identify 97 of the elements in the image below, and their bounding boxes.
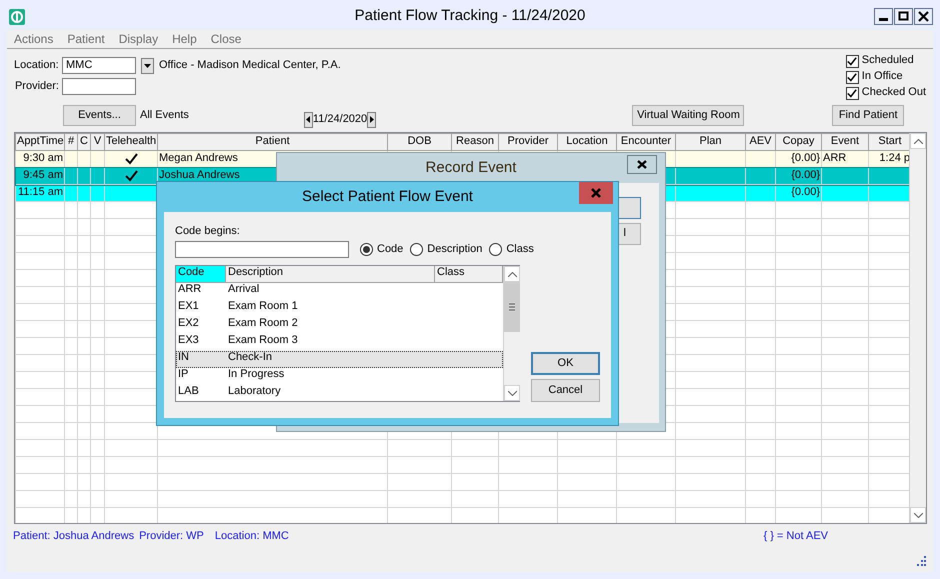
column-header[interactable]: C (78, 134, 90, 150)
column-header[interactable]: Plan (676, 134, 746, 150)
status-text: Location: MMC (214, 530, 289, 544)
scroll-down-button[interactable] (504, 385, 520, 402)
column-header[interactable]: Provider (498, 134, 558, 150)
left-arrow-icon (306, 116, 310, 123)
column-header[interactable]: ApptTime (16, 134, 64, 150)
table-cell: {0.00} (776, 168, 822, 184)
column-header[interactable]: V (90, 134, 104, 150)
list-row[interactable]: EX1 Exam Room 1 (176, 300, 503, 318)
location-label: Location: (14, 58, 60, 72)
description-cell-text: Check-In (228, 351, 272, 366)
right-arrow-icon (370, 116, 374, 123)
code-begins-label: Code begins: (175, 225, 241, 238)
checkbox[interactable] (846, 86, 859, 100)
column-header[interactable]: Telehealth (104, 134, 158, 150)
column-header[interactable]: Copay (776, 134, 822, 150)
code-cell-text: LAB (178, 385, 200, 400)
list-row[interactable]: IN Check-In (176, 351, 503, 368)
code-cell-text: EX3 (178, 334, 200, 348)
list-row[interactable]: LAB Laboratory (176, 385, 503, 402)
description-cell-text: Exam Room 3 (228, 334, 298, 348)
description-cell-text: Laboratory (228, 385, 281, 400)
list-row[interactable]: IP In Progress (176, 368, 503, 386)
checkbox-label: In Office (862, 70, 903, 84)
description-cell-text: Exam Room 1 (228, 300, 298, 314)
column-header[interactable]: Code (176, 266, 226, 284)
code-search-field[interactable] (175, 241, 349, 258)
checkbox[interactable] (846, 54, 859, 68)
code-cell-text: EX1 (178, 300, 200, 314)
column-header[interactable]: Reason (452, 134, 498, 150)
scroll-up-button[interactable] (910, 133, 926, 149)
date-label: 11/24/2020 (312, 112, 368, 126)
resize-grip-icon[interactable] (916, 556, 927, 567)
table-cell: 9:45 am (16, 168, 64, 184)
dialog-title: Select Patient Flow Event (302, 188, 473, 206)
column-header[interactable]: Start (868, 134, 909, 150)
provider-field[interactable] (62, 78, 136, 95)
radio-button[interactable] (360, 243, 373, 256)
events-filter-label: All Events (140, 108, 189, 122)
minimize-button[interactable] (874, 8, 893, 25)
radio-label: Class (506, 243, 534, 256)
list-row[interactable]: EX3 Exam Room 3 (176, 334, 503, 352)
column-header[interactable]: DOB (388, 134, 452, 150)
code-cell-text: EX2 (178, 317, 200, 332)
checkbox-label: Scheduled (862, 54, 914, 68)
column-header[interactable]: Location (558, 134, 616, 150)
location-field[interactable]: MMC (62, 57, 136, 74)
table-cell: {0.00} (776, 184, 822, 202)
description-cell-text: In Progress (228, 368, 284, 382)
chevron-up-icon (508, 272, 516, 277)
radio-button[interactable] (410, 243, 424, 256)
app-logo-icon (9, 9, 25, 25)
close-button[interactable] (627, 155, 657, 174)
chevron-down-icon (508, 390, 516, 396)
code-cell-text: IN (178, 351, 190, 366)
find-patient-button[interactable]: Find Patient (832, 105, 904, 126)
location-name: Office - Madison Medical Center, P.A. (159, 58, 341, 72)
column-header[interactable]: Description (226, 266, 435, 284)
scrollbar-thumb[interactable] (504, 282, 520, 332)
close-button[interactable] (914, 8, 933, 25)
maximize-button[interactable] (894, 8, 913, 25)
dropdown-button[interactable] (141, 58, 154, 74)
list-row[interactable]: EX2 Exam Room 2 (176, 317, 503, 334)
chevron-down-icon (914, 512, 922, 518)
radio-label: Code (377, 243, 404, 256)
column-header[interactable]: Encounter (616, 134, 676, 150)
code-cell-text: ARR (178, 283, 202, 298)
virtual-waiting-room-button[interactable]: Virtual Waiting Room (632, 105, 744, 126)
status-text: Provider: WP (139, 530, 204, 544)
window-title: Patient Flow Tracking - 11/24/2020 (354, 7, 586, 25)
legend-text: { } = Not AEV (763, 530, 828, 544)
column-header[interactable]: Patient (158, 134, 388, 150)
dialog-button[interactable]: Cancel (531, 379, 600, 402)
events-button[interactable]: Events... (63, 105, 136, 126)
list-row[interactable]: ARR Arrival (176, 283, 503, 300)
column-header[interactable]: # (64, 134, 78, 150)
provider-label: Provider: (14, 80, 60, 94)
column-header[interactable]: AEV (746, 134, 776, 150)
dialog-button[interactable]: OK (531, 352, 600, 376)
radio-label: Description (427, 243, 482, 256)
radio-button[interactable] (489, 243, 502, 256)
description-cell-text: Exam Room 2 (228, 317, 298, 332)
column-header[interactable]: Class (435, 266, 503, 284)
checkbox-label: Checked Out (862, 86, 926, 100)
scroll-down-button[interactable] (910, 507, 926, 523)
caret-icon (144, 64, 151, 68)
code-cell-text: IP (178, 368, 190, 382)
chevron-up-icon (914, 138, 922, 144)
checkbox[interactable] (846, 70, 859, 84)
previous-date-button[interactable] (304, 112, 313, 128)
scroll-up-button[interactable] (504, 266, 520, 282)
table-cell: 11:15 am (16, 184, 64, 202)
column-header[interactable]: Event (822, 134, 868, 150)
description-cell-text: Arrival (228, 283, 260, 298)
status-text: Patient: Joshua Andrews (13, 530, 134, 544)
next-date-button[interactable] (367, 112, 376, 128)
